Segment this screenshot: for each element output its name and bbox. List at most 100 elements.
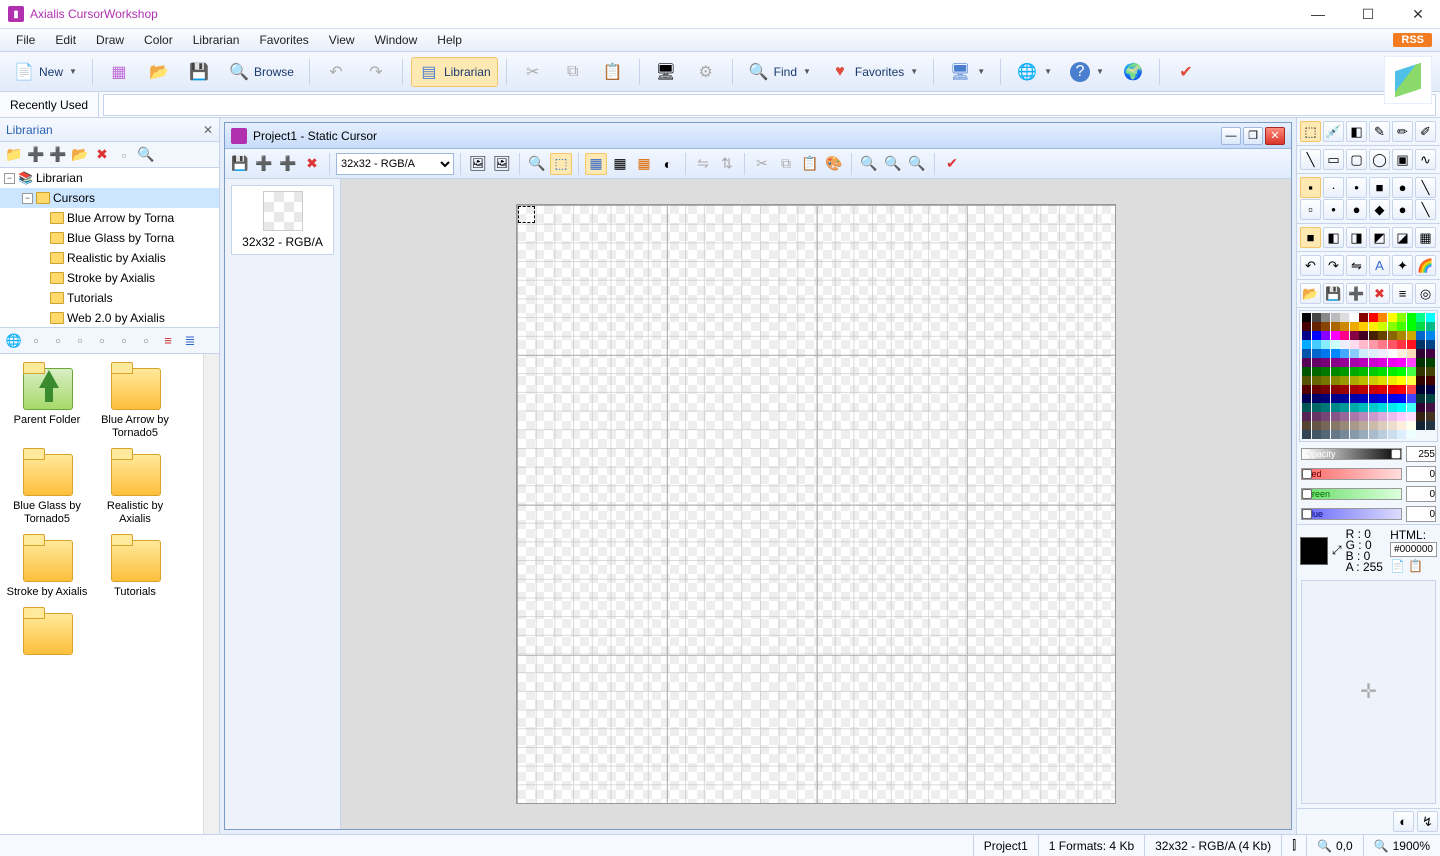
pal-save[interactable]: 💾 — [1323, 283, 1344, 304]
brush-5[interactable]: ● — [1392, 177, 1413, 198]
lib-search-button[interactable]: 🔍 — [136, 145, 156, 165]
color-swatch[interactable] — [1331, 358, 1340, 367]
doc-add-button[interactable]: ➕ — [253, 153, 275, 175]
doc-check-button[interactable]: ✔ — [941, 153, 963, 175]
ellipse-tool[interactable]: ◯ — [1369, 149, 1390, 170]
color-swatch[interactable] — [1321, 322, 1330, 331]
color-swatch[interactable] — [1359, 358, 1368, 367]
color-swatch[interactable] — [1378, 394, 1387, 403]
blue-slider[interactable]: Blue — [1297, 504, 1440, 524]
color-swatch[interactable] — [1331, 403, 1340, 412]
color-swatch[interactable] — [1416, 340, 1425, 349]
web-button[interactable]: 🌐▼ — [1009, 57, 1059, 87]
color-swatch[interactable] — [1312, 358, 1321, 367]
color-swatch[interactable] — [1340, 367, 1349, 376]
color-swatch[interactable] — [1426, 421, 1435, 430]
color-swatch[interactable] — [1416, 322, 1425, 331]
color-swatch[interactable] — [1416, 313, 1425, 322]
color-swatch[interactable] — [1397, 421, 1406, 430]
tree-root[interactable]: Librarian — [36, 171, 83, 185]
color-swatch[interactable] — [1378, 349, 1387, 358]
color-swatch[interactable] — [1426, 403, 1435, 412]
doc-add2-button[interactable]: ➕ — [277, 153, 299, 175]
menu-librarian[interactable]: Librarian — [185, 31, 248, 49]
color-swatch[interactable] — [1397, 430, 1406, 439]
color-swatch[interactable] — [1321, 403, 1330, 412]
doc-restore-button[interactable]: ❐ — [1243, 127, 1263, 145]
color-swatch[interactable] — [1350, 412, 1359, 421]
color-swatch[interactable] — [1321, 376, 1330, 385]
expand-icon[interactable]: − — [22, 193, 33, 204]
display-button[interactable]: 🖥▼ — [942, 57, 992, 87]
color-swatch[interactable] — [1331, 412, 1340, 421]
color-swatch[interactable] — [1359, 340, 1368, 349]
fill-pattern[interactable]: ▦ — [1415, 227, 1436, 248]
minimize-button[interactable]: — — [1304, 4, 1332, 24]
color-swatch[interactable] — [1407, 376, 1416, 385]
menu-edit[interactable]: Edit — [47, 31, 84, 49]
file-item[interactable]: Parent Folder — [4, 358, 90, 442]
color-swatch[interactable] — [1388, 331, 1397, 340]
color-swatch[interactable] — [1340, 331, 1349, 340]
color-swatch[interactable] — [1321, 412, 1330, 421]
color-swatch[interactable] — [1331, 376, 1340, 385]
color-swatch[interactable] — [1331, 421, 1340, 430]
menu-help[interactable]: Help — [429, 31, 470, 49]
doc-close-button[interactable]: ✕ — [1265, 127, 1285, 145]
color-swatch[interactable] — [1312, 313, 1321, 322]
tree-item[interactable]: Realistic by Axialis — [67, 251, 166, 265]
files-grid[interactable]: Parent FolderBlue Arrow by Tornado5Blue … — [0, 354, 203, 834]
color-swatch[interactable] — [1397, 385, 1406, 394]
blue-value[interactable] — [1406, 506, 1436, 522]
color-swatch[interactable] — [1407, 349, 1416, 358]
color-swatch[interactable] — [1397, 403, 1406, 412]
color-swatch[interactable] — [1426, 313, 1435, 322]
color-swatch[interactable] — [1388, 421, 1397, 430]
color-swatch[interactable] — [1426, 358, 1435, 367]
color-swatch[interactable] — [1302, 322, 1311, 331]
roundrect-tool[interactable]: ▢ — [1346, 149, 1367, 170]
current-color[interactable] — [1300, 537, 1328, 565]
color-swatch[interactable] — [1426, 367, 1435, 376]
color-swatch[interactable] — [1416, 394, 1425, 403]
doc-grid2-button[interactable]: ▦ — [609, 153, 631, 175]
tree-cursors[interactable]: Cursors — [53, 191, 95, 205]
lib-new-button[interactable]: ➕ — [26, 145, 46, 165]
color-swatch[interactable] — [1397, 412, 1406, 421]
color-swatch[interactable] — [1397, 349, 1406, 358]
doc-grid3-button[interactable]: ▦ — [633, 153, 655, 175]
color-swatch[interactable] — [1378, 385, 1387, 394]
color-swatch[interactable] — [1321, 421, 1330, 430]
color-swatch[interactable] — [1359, 313, 1368, 322]
scrollbar[interactable] — [203, 354, 219, 834]
slider-handle[interactable] — [1391, 449, 1401, 459]
color-swatch[interactable] — [1378, 430, 1387, 439]
color-swatch[interactable] — [1350, 403, 1359, 412]
flip-h[interactable]: ⇋ — [1346, 255, 1367, 276]
text-tool[interactable]: A — [1369, 255, 1390, 276]
brush-2[interactable]: · — [1323, 177, 1344, 198]
color-swatch[interactable] — [1331, 430, 1340, 439]
color-swatch[interactable] — [1331, 313, 1340, 322]
tree-item[interactable]: Web 2.0 by Axialis — [67, 311, 165, 325]
color-swatch[interactable] — [1312, 349, 1321, 358]
color-swatch[interactable] — [1340, 340, 1349, 349]
redo-button[interactable]: ↷ — [358, 57, 394, 87]
color-swatch[interactable] — [1302, 367, 1311, 376]
file-item[interactable]: Realistic by Axialis — [92, 444, 178, 528]
color-swatch[interactable] — [1369, 331, 1378, 340]
color-swatch[interactable] — [1340, 349, 1349, 358]
doc-zoomfit-button[interactable]: 🔍 — [906, 153, 928, 175]
color-swatch[interactable] — [1302, 412, 1311, 421]
doc-save-button[interactable]: 💾 — [229, 153, 251, 175]
color-swatch[interactable] — [1416, 421, 1425, 430]
opacity-value[interactable] — [1406, 446, 1436, 462]
fill-grad-v[interactable]: ◨ — [1346, 227, 1367, 248]
color-swatch[interactable] — [1426, 331, 1435, 340]
opacity-slider[interactable]: Opacity — [1297, 444, 1440, 464]
menu-window[interactable]: Window — [367, 31, 426, 49]
color-swatch[interactable] — [1312, 430, 1321, 439]
color-swatch[interactable] — [1350, 367, 1359, 376]
color-swatch[interactable] — [1359, 322, 1368, 331]
color-swatch[interactable] — [1378, 376, 1387, 385]
